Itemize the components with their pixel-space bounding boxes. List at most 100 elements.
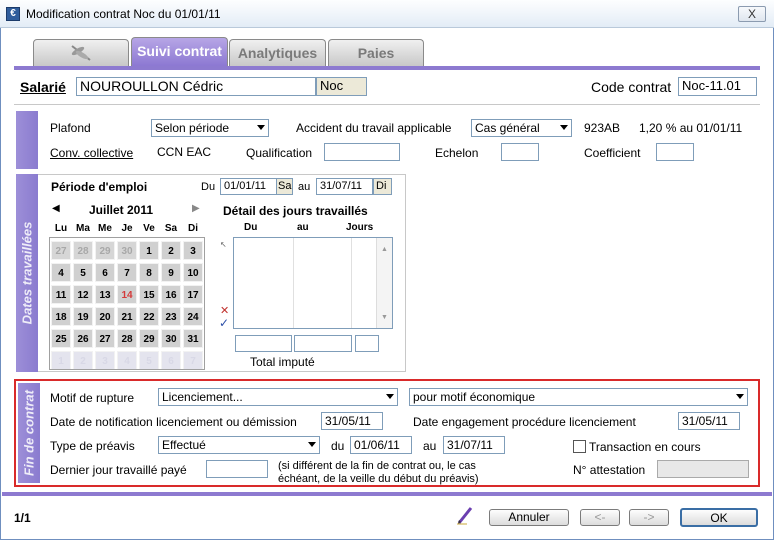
validate-icon[interactable]: ✓ (219, 316, 229, 330)
next-button[interactable]: -> (629, 509, 669, 526)
calendar-day[interactable]: 9 (161, 263, 181, 282)
periode-du-field[interactable]: 01/01/11 (220, 178, 277, 195)
motif-detail-select[interactable]: pour motif économique (409, 388, 748, 406)
notif-field[interactable]: 31/05/11 (321, 412, 383, 430)
calendar-day[interactable]: 4 (51, 263, 71, 282)
calendar-day[interactable]: 5 (73, 263, 93, 282)
accident-label: Accident du travail applicable (296, 121, 452, 135)
detail-col-du: Du (244, 222, 258, 233)
calendar-day[interactable]: 2 (161, 241, 181, 260)
calendar-day[interactable]: 7 (117, 263, 137, 282)
periode-du-label: Du (201, 181, 216, 193)
calendar-day[interactable]: 24 (183, 307, 203, 326)
transaction-checkbox[interactable] (573, 440, 586, 453)
calendar-day[interactable]: 29 (139, 329, 159, 348)
preavis-du-field[interactable]: 01/06/11 (350, 436, 412, 454)
calendar-day[interactable]: 12 (73, 285, 93, 304)
detail-scrollbar[interactable]: ▲ ▼ (376, 238, 392, 328)
calendar-day[interactable]: 10 (183, 263, 203, 282)
preavis-select[interactable]: Effectué (158, 436, 320, 454)
calendar-day[interactable]: 27 (95, 329, 115, 348)
calendar-day[interactable]: 28 (73, 241, 93, 260)
calendar-day[interactable]: 13 (95, 285, 115, 304)
calendar-day[interactable]: 1 (139, 241, 159, 260)
calendar-day[interactable]: 27 (51, 241, 71, 260)
calendar-day[interactable]: 26 (73, 329, 93, 348)
echelon-field[interactable] (501, 143, 539, 161)
calendar-day[interactable]: 17 (183, 285, 203, 304)
chevron-down-icon (257, 125, 265, 130)
annuler-button[interactable]: Annuler (489, 509, 569, 526)
total-au-field (294, 335, 352, 352)
calendar-day[interactable]: 14 (117, 285, 137, 304)
preavis-au-field[interactable]: 31/07/11 (443, 436, 505, 454)
salarie-code-field: Noc (316, 77, 367, 96)
conv-collective-link[interactable]: Conv. collective (50, 146, 133, 160)
pen-icon[interactable] (455, 505, 475, 528)
plafond-select[interactable]: Selon période (151, 119, 269, 137)
calendar-day[interactable]: 29 (95, 241, 115, 260)
scroll-down-icon[interactable]: ▼ (381, 314, 388, 321)
calendar-day[interactable]: 6 (161, 351, 181, 370)
accident-select[interactable]: Cas général (471, 119, 572, 137)
weekday-label: Je (121, 223, 133, 234)
calendar-day[interactable]: 16 (161, 285, 181, 304)
calendar-day[interactable]: 30 (117, 241, 137, 260)
periode-au-field[interactable]: 31/07/11 (316, 178, 373, 195)
calendar-day[interactable]: 5 (139, 351, 159, 370)
calendar-prev-button[interactable]: ◀ (52, 203, 60, 214)
tab-dragonfly[interactable] (33, 39, 129, 66)
qualification-field[interactable] (324, 143, 400, 161)
previous-button[interactable]: <- (580, 509, 620, 526)
plafond-label: Plafond (50, 121, 91, 135)
ok-button[interactable]: OK (680, 508, 758, 527)
tab-suivi-contrat[interactable]: Suivi contrat (131, 37, 228, 66)
close-button[interactable]: X (738, 6, 766, 22)
calendar-day[interactable]: 7 (183, 351, 203, 370)
pen-icon-svg (457, 507, 473, 525)
calendar-day[interactable]: 3 (183, 241, 203, 260)
motif-select[interactable]: Licenciement... (158, 388, 398, 406)
calendar-day[interactable]: 3 (95, 351, 115, 370)
calendar-day[interactable]: 30 (161, 329, 181, 348)
dernier-jour-field[interactable] (206, 460, 268, 478)
preavis-label: Type de préavis (50, 439, 135, 453)
calendar-day[interactable]: 4 (117, 351, 137, 370)
calendar-day[interactable]: 15 (139, 285, 159, 304)
calendar-day[interactable]: 23 (161, 307, 181, 326)
calendar-day[interactable]: 31 (183, 329, 203, 348)
periode-du-day: Sa (276, 178, 293, 195)
engagement-field[interactable]: 31/05/11 (678, 412, 740, 430)
calendar-day[interactable]: 21 (117, 307, 137, 326)
periode-au-day: Di (373, 178, 392, 195)
dernier-jour-note-1: (si différent de la fin de contrat ou, l… (278, 460, 476, 472)
detail-list[interactable]: ▲ ▼ (233, 237, 393, 329)
calendar-next-button[interactable]: ▶ (192, 203, 200, 214)
total-impute-label: Total imputé (250, 355, 315, 369)
code-contrat-field[interactable]: Noc-11.01 (678, 77, 757, 96)
scroll-up-icon[interactable]: ▲ (381, 246, 388, 253)
calendar-day[interactable]: 25 (51, 329, 71, 348)
salarie-name-field[interactable]: NOUROULLON Cédric (76, 77, 316, 96)
preavis-du-label: du (331, 439, 345, 453)
fin-section-title: Fin de contrat (21, 390, 37, 476)
tab-paies[interactable]: Paies (328, 39, 424, 66)
calendar-day[interactable]: 11 (51, 285, 71, 304)
salarie-link[interactable]: Salarié (20, 79, 66, 95)
row-pointer-icon: ↖ (220, 240, 227, 249)
calendar-day[interactable]: 1 (51, 351, 71, 370)
transaction-label: Transaction en cours (589, 440, 701, 454)
calendar-day[interactable]: 19 (73, 307, 93, 326)
calendar-day[interactable]: 8 (139, 263, 159, 282)
calendar-day[interactable]: 18 (51, 307, 71, 326)
calendar-day[interactable]: 20 (95, 307, 115, 326)
calendar-day[interactable]: 6 (95, 263, 115, 282)
dates-section-title: Dates travaillées (19, 221, 35, 325)
calendar-day[interactable]: 2 (73, 351, 93, 370)
tab-underline (14, 66, 760, 70)
preavis-au-label: au (423, 439, 437, 453)
calendar-day[interactable]: 28 (117, 329, 137, 348)
tab-analytiques[interactable]: Analytiques (229, 39, 326, 66)
coefficient-field[interactable] (656, 143, 694, 161)
calendar-day[interactable]: 22 (139, 307, 159, 326)
